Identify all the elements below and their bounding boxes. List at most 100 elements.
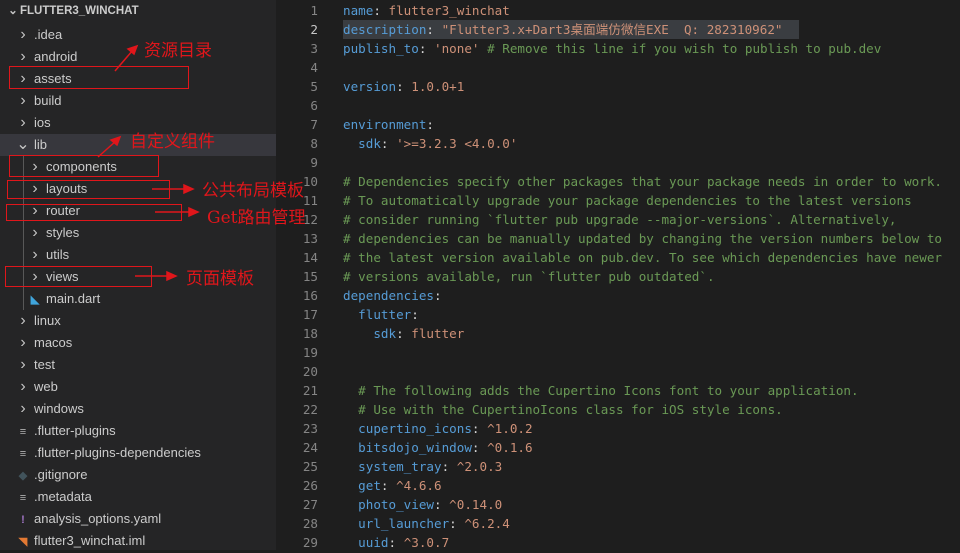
code-text: version: 1.0.0+1 <box>343 77 464 96</box>
code-line[interactable]: 9 <box>276 153 960 172</box>
annotation-layouts: 公共布局模板 <box>202 181 304 201</box>
code-token: : <box>418 41 434 56</box>
code-line[interactable]: 11 # To automatically upgrade your packag… <box>276 191 960 210</box>
code-line[interactable]: 16 dependencies: <box>276 286 960 305</box>
annotation-components: 自定义组件 <box>130 132 215 152</box>
code-line[interactable]: 7 environment: <box>276 115 960 134</box>
code-token: environment <box>343 117 427 132</box>
code-token: : <box>388 535 404 550</box>
tree-item-label: build <box>34 93 62 108</box>
code-line[interactable]: 8 sdk: '>=3.2.3 <4.0.0' <box>276 134 960 153</box>
code-text: sdk: flutter <box>343 324 464 343</box>
line-number: 9 <box>310 155 318 170</box>
tree-item-flutter-plugins-dependencies[interactable]: ≡ .flutter-plugins-dependencies <box>0 442 276 464</box>
code-line[interactable]: 3 publish_to: 'none' # Remove this line i… <box>276 39 960 58</box>
line-number: 13 <box>302 231 318 246</box>
tree-item-main-dart[interactable]: ◣ main.dart <box>0 288 276 310</box>
code-token: : <box>471 421 488 436</box>
tree-item-label: utils <box>46 247 70 262</box>
code-line[interactable]: 19 <box>276 343 960 362</box>
tree-item-macos[interactable]: › macos <box>0 332 276 354</box>
code-text: # To automatically upgrade your package … <box>343 191 912 210</box>
code-line[interactable]: 13 # dependencies can be manually updated… <box>276 229 960 248</box>
code-line[interactable]: 28 url_launcher: ^6.2.4 <box>276 514 960 533</box>
chevron-right-icon: › <box>20 400 26 417</box>
code-line[interactable]: 5 version: 1.0.0+1 <box>276 77 960 96</box>
code-token: : <box>396 326 412 341</box>
code-line[interactable]: 21 # The following adds the Cupertino Ic… <box>276 381 960 400</box>
code-line[interactable]: 20 <box>276 362 960 381</box>
line-number: 22 <box>302 402 318 417</box>
line-number: 27 <box>302 497 318 512</box>
code-line[interactable]: 23 cupertino_icons: ^1.0.2 <box>276 419 960 438</box>
annotation-box-layouts <box>7 180 170 199</box>
tree-item-metadata[interactable]: ≡ .metadata <box>0 486 276 508</box>
code-editor[interactable]: 1 name: flutter3_winchat 2 description: "Fl… <box>276 0 960 550</box>
code-line[interactable]: 10 # Dependencies specify other packages … <box>276 172 960 191</box>
line-number: 14 <box>302 250 318 265</box>
yaml-icon: ! <box>21 514 25 526</box>
code-text: # Dependencies specify other packages th… <box>343 172 942 191</box>
tree-item-build[interactable]: › build <box>0 90 276 112</box>
tree-item-flutter-plugins[interactable]: ≡ .flutter-plugins <box>0 420 276 442</box>
code-line[interactable]: 26 get: ^4.6.6 <box>276 476 960 495</box>
code-line[interactable]: 6 <box>276 96 960 115</box>
code-token: flutter <box>411 326 465 341</box>
code-text: uuid: ^3.0.7 <box>343 533 449 552</box>
tree-item-label: analysis_options.yaml <box>34 511 162 526</box>
tree-item-test[interactable]: › test <box>0 354 276 376</box>
code-line[interactable]: 2 description: "Flutter3.x+Dart3桌面端仿微信EXE… <box>276 20 960 39</box>
code-token: '>=3.2.3 <4.0.0' <box>396 136 518 151</box>
code-line[interactable]: 22 # Use with the CupertinoIcons class f… <box>276 400 960 419</box>
tree-item-label: test <box>34 357 55 372</box>
code-line[interactable]: 1 name: flutter3_winchat <box>276 1 960 20</box>
code-line[interactable]: 15 # versions available, run `flutter pub… <box>276 267 960 286</box>
chevron-right-icon: › <box>20 26 26 43</box>
tree-item-label: .gitignore <box>34 467 88 482</box>
tree-item-analysis-options-yaml[interactable]: ! analysis_options.yaml <box>0 508 276 530</box>
code-token: publish_to <box>343 41 419 56</box>
tree-item-web[interactable]: › web <box>0 376 276 398</box>
code-line[interactable]: 4 <box>276 58 960 77</box>
code-token: ^3.0.7 <box>403 535 450 550</box>
code-token: flutter3_winchat <box>388 3 510 18</box>
code-text: # The following adds the Cupertino Icons… <box>343 381 858 400</box>
tree-item-android[interactable]: › android <box>0 46 276 68</box>
code-line[interactable]: 17 flutter: <box>276 305 960 324</box>
tree-item-gitignore[interactable]: ◆ .gitignore <box>0 464 276 486</box>
code-line[interactable]: 14 # the latest version available on pub.… <box>276 248 960 267</box>
tree-item-label: .idea <box>34 27 63 42</box>
tree-item-windows[interactable]: › windows <box>0 398 276 420</box>
code-line[interactable]: 25 system_tray: ^2.0.3 <box>276 457 960 476</box>
code-text: # versions available, run `flutter pub o… <box>343 267 715 286</box>
tree-item-utils[interactable]: › utils <box>0 244 276 266</box>
code-text: environment: <box>343 115 434 134</box>
code-token: ^2.0.3 <box>456 459 503 474</box>
code-line[interactable]: 18 sdk: flutter <box>276 324 960 343</box>
code-line[interactable]: 24 bitsdojo_window: ^0.1.6 <box>276 438 960 457</box>
line-number: 20 <box>302 364 318 379</box>
code-line[interactable]: 29 uuid: ^3.0.7 <box>276 533 960 552</box>
code-text: system_tray: ^2.0.3 <box>343 457 502 476</box>
code-text: # dependencies can be manually updated b… <box>343 229 942 248</box>
explorer-root-label: FLUTTER3_WINCHAT <box>20 5 139 17</box>
code-text: dependencies: <box>343 286 442 305</box>
code-line[interactable]: 27 photo_view: ^0.14.0 <box>276 495 960 514</box>
tree-item-label: windows <box>34 401 84 416</box>
tree-item-idea[interactable]: › .idea <box>0 24 276 46</box>
code-line[interactable]: 12 # consider running `flutter pub upgrad… <box>276 210 960 229</box>
chevron-right-icon: › <box>20 114 26 131</box>
tree-item-label: ios <box>34 115 51 130</box>
explorer-root-header[interactable]: ⌄ FLUTTER3_WINCHAT <box>0 0 276 22</box>
tree-item-flutter3-winchat-iml[interactable]: ◥ flutter3_winchat.iml <box>0 530 276 552</box>
line-number: 6 <box>310 98 318 113</box>
code-token: # To automatically upgrade your package … <box>343 193 912 208</box>
tree-item-linux[interactable]: › linux <box>0 310 276 332</box>
file-lines-icon: ≡ <box>19 492 27 504</box>
